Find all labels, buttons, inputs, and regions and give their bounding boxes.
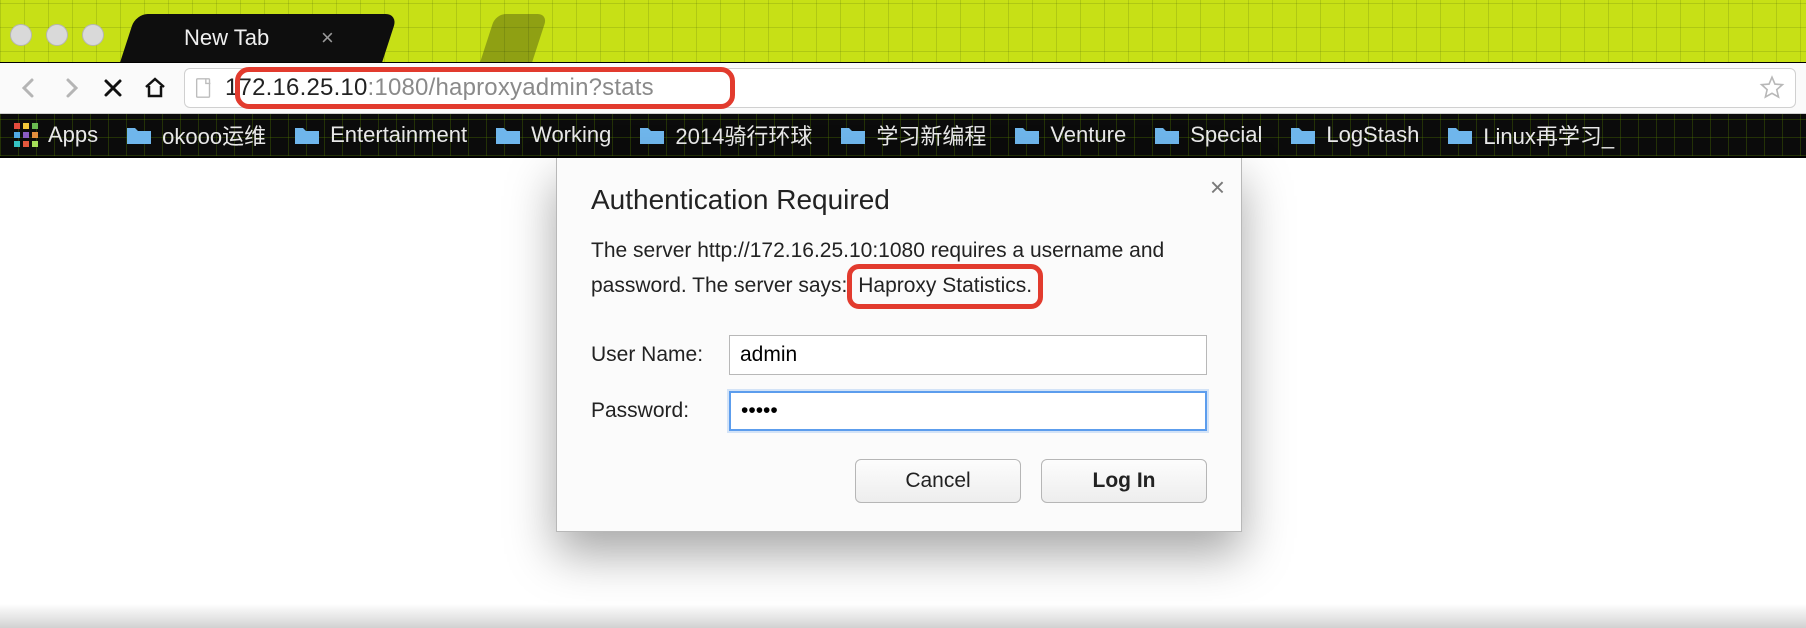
toolbar: 172.16.25.10:1080/haproxyadmin?stats (0, 62, 1806, 114)
window-close-icon[interactable] (10, 24, 32, 46)
bookmark-folder[interactable]: 2014骑行环球 (639, 119, 812, 151)
dialog-button-row: Cancel Log In (591, 459, 1207, 503)
apps-icon (14, 123, 38, 147)
url-text: 172.16.25.10:1080/haproxyadmin?stats (225, 74, 654, 102)
folder-icon (639, 125, 665, 145)
url-path: :1080/haproxyadmin?stats (368, 74, 654, 101)
bookmark-label: okooo运维 (162, 119, 266, 151)
bookmark-label: Special (1190, 122, 1262, 148)
bookmark-folder[interactable]: Entertainment (294, 122, 467, 148)
tab-close-icon[interactable]: × (321, 25, 334, 51)
dialog-realm: Haproxy Statistics. (858, 274, 1032, 297)
bookmark-label: 学习新编程 (876, 119, 986, 151)
tab-title: New Tab (184, 25, 269, 51)
window-minimize-icon[interactable] (46, 24, 68, 46)
url-host: 172.16.25.10 (225, 74, 368, 101)
username-label: User Name: (591, 343, 729, 367)
bookmark-label: Linux再学习_ (1483, 119, 1614, 151)
browser-tab[interactable]: New Tab × (120, 14, 398, 62)
folder-icon (1447, 125, 1473, 145)
bookmark-label: Venture (1050, 122, 1126, 148)
username-input[interactable] (729, 335, 1207, 375)
bookmark-label: LogStash (1326, 122, 1419, 148)
home-button[interactable] (136, 76, 174, 100)
auth-dialog: × Authentication Required The server htt… (556, 158, 1242, 532)
bookmark-label: Entertainment (330, 122, 467, 148)
bookmark-label: 2014骑行环球 (675, 119, 812, 151)
window-zoom-icon[interactable] (82, 24, 104, 46)
apps-button[interactable]: Apps (14, 122, 98, 148)
omnibox[interactable]: 172.16.25.10:1080/haproxyadmin?stats (184, 68, 1796, 108)
bookmark-folder[interactable]: LogStash (1290, 122, 1419, 148)
password-label: Password: (591, 399, 729, 423)
dialog-close-icon[interactable]: × (1210, 172, 1225, 203)
window-controls (10, 24, 104, 46)
password-row: Password: (591, 391, 1207, 431)
new-tab-button[interactable] (480, 14, 548, 62)
folder-icon (1290, 125, 1316, 145)
cancel-button[interactable]: Cancel (855, 459, 1021, 503)
dialog-message: The server http://172.16.25.10:1080 requ… (591, 236, 1207, 307)
folder-icon (495, 125, 521, 145)
stop-button[interactable] (94, 76, 132, 100)
back-button[interactable] (10, 76, 48, 100)
bookmark-folder[interactable]: Special (1154, 122, 1262, 148)
folder-icon (1014, 125, 1040, 145)
login-button[interactable]: Log In (1041, 459, 1207, 503)
folder-icon (294, 125, 320, 145)
annotation-realm-highlight: Haproxy Statistics. (847, 264, 1043, 308)
username-row: User Name: (591, 335, 1207, 375)
page-icon (193, 77, 215, 99)
password-input[interactable] (729, 391, 1207, 431)
dialog-title: Authentication Required (591, 184, 1207, 216)
bookmark-folder[interactable]: 学习新编程 (840, 119, 986, 151)
folder-icon (840, 125, 866, 145)
bookmark-folder[interactable]: Venture (1014, 122, 1126, 148)
bookmarks-bar: Apps okooo运维 Entertainment Working 2014骑… (0, 114, 1806, 158)
bookmark-folder[interactable]: Linux再学习_ (1447, 119, 1614, 151)
bookmark-label: Working (531, 122, 611, 148)
apps-label: Apps (48, 122, 98, 148)
folder-icon (1154, 125, 1180, 145)
bookmark-folder[interactable]: okooo运维 (126, 119, 266, 151)
bookmark-star-icon[interactable] (1759, 75, 1785, 101)
forward-button[interactable] (52, 76, 90, 100)
folder-icon (126, 125, 152, 145)
bookmark-folder[interactable]: Working (495, 122, 611, 148)
tab-strip: New Tab × (128, 14, 390, 62)
